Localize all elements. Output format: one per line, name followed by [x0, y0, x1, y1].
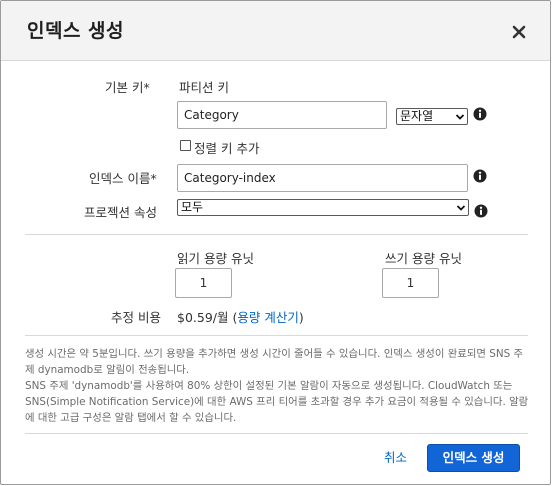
write-capacity-input[interactable]: 1: [382, 268, 439, 298]
info-icon[interactable]: [473, 169, 487, 183]
partition-type-value: 문자열: [400, 109, 434, 123]
estimated-cost-label: 추정 비용: [111, 310, 161, 325]
info-icon[interactable]: [473, 107, 487, 121]
capacity-calculator-link[interactable]: 용량 계산기: [237, 310, 298, 325]
dialog-title: 인덱스 생성: [27, 20, 125, 42]
create-index-dialog: 인덱스 생성 기본 키* 파티션 키 Category 문자열 정렬 키 추가 …: [0, 0, 551, 485]
projection-select[interactable]: 모두: [177, 199, 469, 216]
write-capacity-label: 쓰기 용량 유닛: [385, 251, 462, 266]
estimated-cost-suffix: ): [298, 310, 304, 325]
dialog-header: 인덱스 생성: [1, 1, 550, 61]
read-capacity-input[interactable]: 1: [175, 268, 232, 298]
partition-key-input[interactable]: Category: [177, 101, 387, 129]
close-icon[interactable]: [509, 22, 529, 42]
add-sort-key-checkbox[interactable]: [180, 140, 191, 151]
creation-time-note: 생성 시간은 약 5분입니다. 쓰기 용량을 추가하면 생성 시간이 줄어들 수…: [25, 348, 524, 376]
info-icon[interactable]: [474, 204, 488, 218]
projection-value: 모두: [181, 200, 204, 214]
index-name-input[interactable]: Category-index: [177, 164, 468, 192]
cancel-button[interactable]: 취소: [384, 447, 407, 466]
index-name-label: 인덱스 이름*: [89, 171, 157, 186]
estimated-cost-value: $0.59/월 (: [177, 310, 238, 325]
divider: [25, 234, 528, 235]
create-index-button[interactable]: 인덱스 생성: [427, 444, 520, 472]
divider: [25, 335, 528, 336]
chevron-down-icon: [455, 114, 465, 120]
divider: [25, 433, 528, 434]
partition-type-select[interactable]: 문자열: [396, 108, 468, 125]
partition-key-label: 파티션 키: [179, 80, 229, 95]
alarm-note: SNS 주제 'dynamodb'를 사용하여 80% 상한이 설정된 기본 알…: [25, 380, 529, 424]
projection-label: 프로젝션 속성: [84, 205, 157, 220]
add-sort-key-label: 정렬 키 추가: [194, 141, 260, 156]
read-capacity-label: 읽기 용량 유닛: [177, 251, 254, 266]
chevron-down-icon: [456, 205, 466, 211]
primary-key-label: 기본 키*: [105, 80, 150, 95]
estimated-cost: $0.59/월 (용량 계산기): [177, 307, 304, 326]
